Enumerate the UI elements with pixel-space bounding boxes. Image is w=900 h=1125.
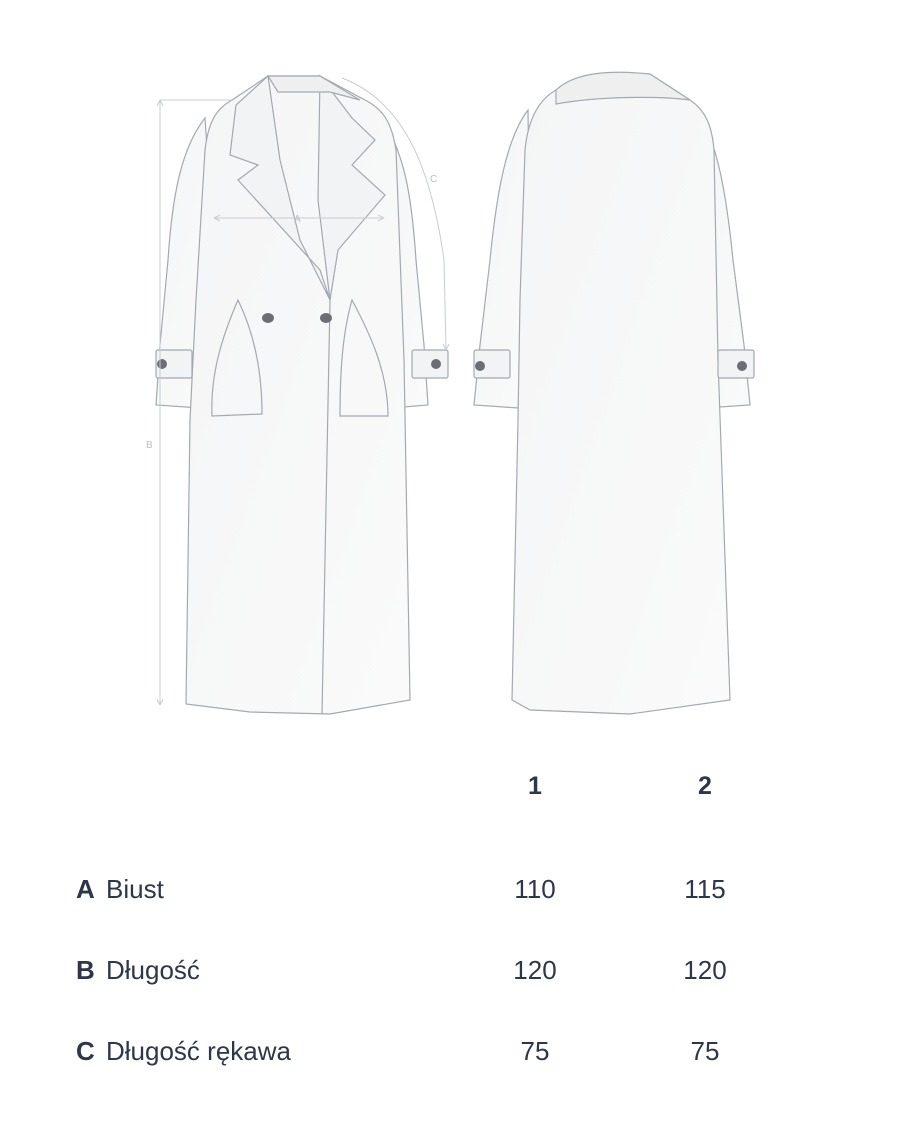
value-size-2: 120 [683,955,727,985]
size-column-header-1: 1 [528,772,542,800]
value-size-2: 75 [690,1036,720,1066]
dimension-label-b: B [146,440,153,451]
value-size-1: 120 [513,955,557,985]
value-size-1: 75 [520,1036,550,1066]
table-row: C Długość rękawa 75 75 [0,1036,900,1076]
table-row: B Długość 120 120 [0,955,900,995]
row-label: Długość [106,955,200,985]
row-label: Długość rękawa [106,1036,291,1066]
coat-front-view [155,74,449,715]
size-column-header-2: 2 [698,772,712,800]
row-label: Biust [106,874,164,904]
row-code: C [76,1036,95,1066]
row-code: B [76,955,95,985]
value-size-1: 110 [514,874,556,904]
table-row: A Biust 110 115 [0,874,900,914]
dimension-label-a: A [294,214,301,225]
coat-illustration: A B C [146,71,755,715]
coat-back-view [473,71,755,715]
size-table: 1 2 A Biust 110 115 B Długość 120 120 C … [0,760,900,1125]
value-size-2: 115 [684,874,726,904]
row-code: A [76,874,95,904]
dimension-label-c: C [430,174,437,185]
